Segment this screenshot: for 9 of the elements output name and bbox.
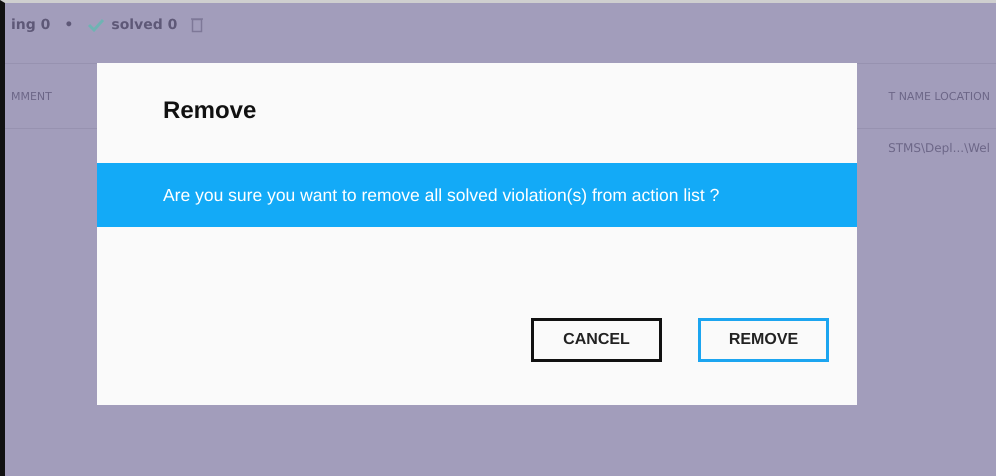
check-icon xyxy=(87,18,106,32)
status-count: solved 0 xyxy=(111,17,178,33)
status-count: ing 0 xyxy=(11,17,50,33)
dialog-title: Remove xyxy=(162,96,258,126)
remove-button[interactable]: REMOVE xyxy=(698,318,829,362)
separator-dot: • xyxy=(64,17,74,33)
message-text: Are you sure you want to remove all solved violation(s) from action list ? xyxy=(163,184,720,206)
cancel-button[interactable]: CANCEL xyxy=(531,318,662,362)
trash-icon[interactable] xyxy=(191,17,204,33)
